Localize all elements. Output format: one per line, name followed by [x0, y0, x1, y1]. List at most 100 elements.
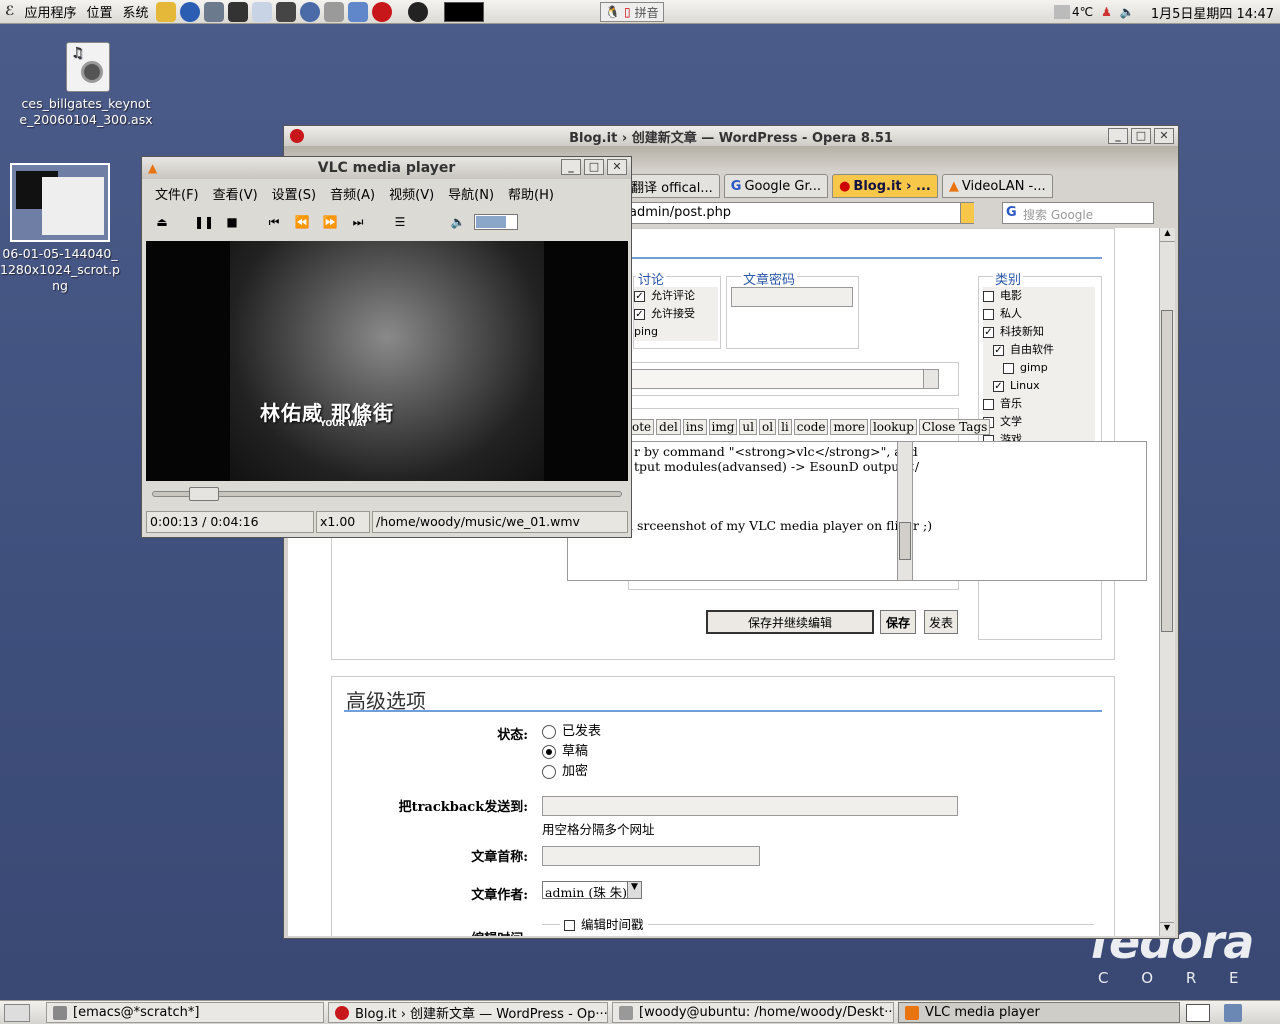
maximize-button[interactable]: □ [1131, 128, 1151, 144]
tab-google-groups[interactable]: G Google Gr... [723, 174, 829, 198]
playlist-icon[interactable]: ☰ [388, 211, 412, 233]
allow-comments-checkbox[interactable]: ✓ [634, 290, 645, 302]
slug-input[interactable] [542, 846, 760, 866]
category-item[interactable]: 文学 [983, 413, 1095, 431]
quicktag-button[interactable]: more [830, 419, 868, 435]
menu-settings[interactable]: 设置(S) [265, 184, 323, 203]
minimize-button[interactable]: _ [1108, 128, 1128, 144]
rewind-icon[interactable]: ⏪ [290, 211, 314, 233]
weather-indicator[interactable]: 4℃ [1054, 5, 1093, 19]
search-field[interactable]: 搜索 Google [1002, 202, 1154, 224]
volume-icon[interactable]: 🔈 [446, 211, 470, 233]
category-checkbox[interactable] [983, 290, 994, 302]
desktop-icon-asx[interactable]: ♫ ces_billgates_keynote_20060104_300.asx [19, 42, 156, 128]
browser-globe-icon[interactable] [179, 1, 200, 22]
quicktag-button[interactable]: ol [759, 419, 777, 435]
stop-icon[interactable]: ■ [220, 211, 244, 233]
taskbar-opera[interactable]: Blog.it › 创建新文章 — WordPress - Op··· [328, 1002, 608, 1023]
text-editor-icon[interactable] [251, 1, 272, 22]
editor-scroll-thumb[interactable] [899, 522, 911, 560]
category-item[interactable]: ✓ 科技新知 [983, 323, 1095, 341]
quicktag-button[interactable]: Close Tags [918, 419, 991, 435]
radio-draft[interactable] [542, 744, 556, 759]
opera-titlebar[interactable]: Blog.it › 创建新文章 — WordPress - Opera 8.51… [284, 126, 1178, 146]
scroll-up-icon[interactable]: ▲ [1160, 228, 1175, 242]
category-item[interactable]: ✓ 自由软件 [983, 341, 1095, 359]
menu-view[interactable]: 查看(V) [206, 184, 265, 203]
vlc-titlebar[interactable]: ▲ VLC media player _ □ ✕ [142, 157, 631, 179]
quicktag-button[interactable]: ins [682, 419, 707, 435]
quicktag-button[interactable]: lookup [869, 419, 917, 435]
launcher-icon[interactable] [203, 1, 224, 22]
page-scroll-thumb[interactable] [1161, 310, 1173, 632]
menu-video[interactable]: 视频(V) [382, 184, 441, 203]
scroll-down-icon[interactable]: ▼ [1160, 922, 1174, 936]
taskbar-terminal[interactable]: [woody@ubuntu: /home/woody/Deskt··· [612, 1002, 894, 1023]
quicktag-button[interactable]: ul [739, 419, 757, 435]
notification-icon[interactable]: ♟ [1101, 5, 1112, 19]
opera-icon[interactable] [371, 1, 392, 22]
category-item[interactable]: 音乐 [983, 395, 1095, 413]
post-editor[interactable]: r by command "<strong>vlc</strong>", and… [567, 441, 1147, 581]
category-item[interactable]: ✓ Linux [983, 377, 1095, 395]
system-monitor-icon[interactable] [443, 1, 484, 22]
video-area[interactable]: 林佑威 那條街 YOUR WAY [146, 241, 628, 481]
volume-slider[interactable] [474, 214, 518, 230]
taskbar-emacs[interactable]: [emacs@*scratch*] [46, 1002, 324, 1023]
status-option-private[interactable]: 加密 [542, 762, 601, 782]
menu-system[interactable]: 系统 [118, 2, 154, 21]
radio-published[interactable] [542, 724, 556, 739]
menu-places[interactable]: 位置 [82, 2, 118, 21]
editor-scrollbar[interactable] [897, 441, 913, 581]
workspace-switcher[interactable] [1186, 1003, 1210, 1022]
quicktag-button[interactable]: ote [629, 419, 655, 435]
fast-forward-icon[interactable]: ⏩ [318, 211, 342, 233]
category-item[interactable]: 私人 [983, 305, 1095, 323]
menu-file[interactable]: 文件(F) [148, 184, 206, 203]
show-desktop-icon[interactable] [4, 1003, 30, 1022]
menu-help[interactable]: 帮助(H) [501, 184, 561, 203]
volume-icon[interactable]: 🔈 [1120, 5, 1135, 19]
scroll-arrows-icon[interactable] [923, 369, 939, 389]
close-button[interactable]: ✕ [1154, 128, 1174, 144]
launcher-icon[interactable] [347, 1, 368, 22]
publish-button[interactable]: 发表 [924, 610, 958, 634]
edit-time-checkbox[interactable] [564, 920, 575, 931]
password-input[interactable] [731, 287, 853, 307]
qq-penguin-icon[interactable] [407, 1, 428, 22]
allow-pings-checkbox[interactable]: ✓ [634, 308, 645, 320]
category-checkbox[interactable] [1003, 362, 1014, 374]
pause-icon[interactable]: ❚❚ [192, 211, 216, 233]
launcher-icon[interactable] [155, 1, 176, 22]
clock[interactable]: 1月5日星期四 14:47 [1151, 3, 1274, 22]
next-icon[interactable]: ⏭ [346, 211, 370, 233]
fedora-menu-icon[interactable]: ℰ [0, 4, 19, 19]
tab-videolan[interactable]: ▲ VideoLAN -... [941, 174, 1053, 198]
tab-translate[interactable]: 翻译 offical... [624, 174, 720, 198]
address-dropdown-icon[interactable] [960, 203, 974, 223]
category-checkbox[interactable]: ✓ [983, 326, 994, 338]
page-scrollbar[interactable]: ▲ ▼ [1159, 228, 1175, 936]
tab-blog[interactable]: ● Blog.it › ... [832, 174, 938, 198]
taskbar-vlc[interactable]: VLC media player [898, 1002, 1180, 1023]
close-button[interactable]: ✕ [607, 159, 627, 175]
minimize-button[interactable]: _ [561, 159, 581, 175]
radio-private[interactable] [542, 764, 556, 779]
category-checkbox[interactable] [983, 398, 994, 410]
save-continue-button[interactable]: 保存并继续编辑 [706, 610, 874, 634]
title-input[interactable] [629, 369, 929, 389]
quicktag-button[interactable]: img [708, 419, 738, 435]
seek-bar[interactable] [152, 487, 622, 501]
eject-icon[interactable]: ⏏ [150, 211, 174, 233]
menu-navigation[interactable]: 导航(N) [441, 184, 501, 203]
menu-applications[interactable]: 应用程序 [19, 2, 81, 21]
launcher-icon[interactable] [323, 1, 344, 22]
seek-thumb[interactable] [188, 487, 219, 501]
category-checkbox[interactable]: ✓ [993, 344, 1004, 356]
quicktag-button[interactable]: del [656, 419, 681, 435]
author-select[interactable]: admin (珠 朱) ▼ [542, 881, 642, 900]
trackback-input[interactable] [542, 796, 958, 816]
save-button[interactable]: 保存 [880, 610, 916, 634]
category-item[interactable]: 电影 [983, 287, 1095, 305]
status-option-draft[interactable]: 草稿 [542, 742, 601, 762]
